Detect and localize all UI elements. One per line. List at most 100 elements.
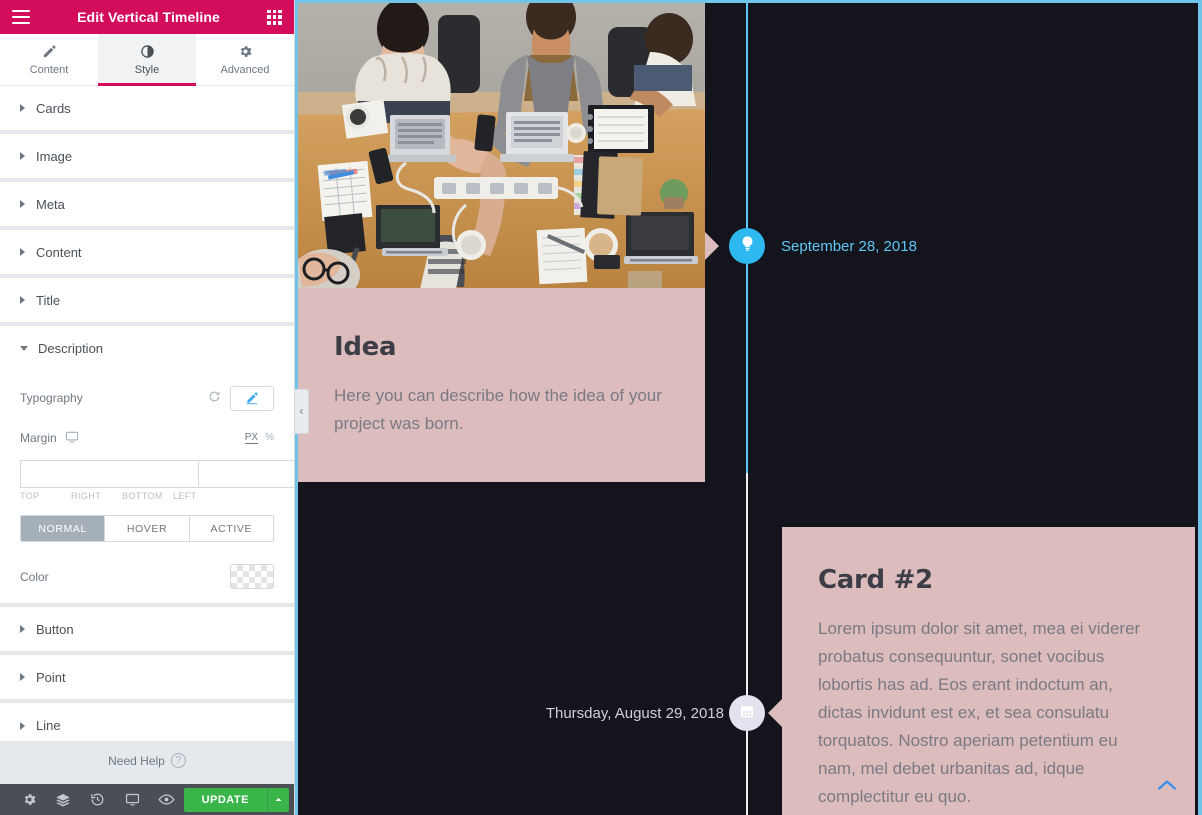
update-button[interactable]: UPDATE <box>183 787 267 812</box>
update-options-chevron-up-icon[interactable] <box>267 787 289 812</box>
pencil-icon <box>42 44 57 59</box>
color-swatch[interactable] <box>230 564 274 589</box>
card-title: Idea <box>334 332 397 362</box>
timeline-date: September 28, 2018 <box>781 238 917 255</box>
tab-content[interactable]: Content <box>0 34 98 85</box>
sidebar-item-image[interactable]: Image <box>0 134 294 179</box>
margin-left-label: LEFT <box>173 491 197 501</box>
state-tabs: NORMAL HOVER ACTIVE <box>20 515 274 542</box>
timeline-point-calendar[interactable] <box>729 695 765 731</box>
color-label: Color <box>20 569 49 584</box>
sidebar-item-line[interactable]: Line <box>0 703 294 741</box>
monitor-icon[interactable] <box>65 430 79 447</box>
timeline-line-lower <box>746 473 748 815</box>
timeline-point-lightbulb[interactable] <box>729 228 765 264</box>
editor-panel: Edit Vertical Timeline Content Style Adv… <box>0 0 295 815</box>
card-image <box>298 3 705 288</box>
tab-content-label: Content <box>29 63 69 76</box>
card-description: Here you can describe how the idea of yo… <box>334 386 662 434</box>
sidebar-item-title[interactable]: Title <box>0 278 294 323</box>
chevron-right-icon <box>20 248 25 256</box>
sidebar-item-button[interactable]: Button <box>0 607 294 652</box>
chevron-right-icon <box>20 673 25 681</box>
sidebar-item-description[interactable]: Description <box>0 326 294 371</box>
chevron-right-icon <box>20 296 25 304</box>
card-content: Idea Here you can describe how the idea … <box>298 288 705 482</box>
sidebar-item-meta[interactable]: Meta <box>0 182 294 227</box>
history-icon[interactable] <box>81 784 115 815</box>
typography-control: Typography <box>20 381 274 415</box>
unit-percent[interactable]: % <box>265 432 274 443</box>
elementor-editor: Edit Vertical Timeline Content Style Adv… <box>0 0 1202 815</box>
margin-control-header: Margin PX % <box>20 421 274 455</box>
sidebar-item-cards[interactable]: Cards <box>0 86 294 131</box>
responsive-mode-icon[interactable] <box>115 784 149 815</box>
style-sections: Cards Image Meta Content Title Descripti… <box>0 86 294 741</box>
section-label: Title <box>36 292 61 308</box>
state-tab-hover[interactable]: HOVER <box>105 516 190 541</box>
card-description: Lorem ipsum dolor sit amet, mea ei vider… <box>818 619 1141 807</box>
margin-bottom-label: BOTTOM <box>122 491 163 501</box>
question-circle-icon[interactable]: ? <box>170 753 186 768</box>
page-title: Edit Vertical Timeline <box>77 9 220 25</box>
timeline-card[interactable]: Card #2 Lorem ipsum dolor sit amet, mea … <box>768 527 1195 815</box>
contrast-icon <box>140 44 155 59</box>
chevron-right-icon <box>20 721 25 730</box>
card-arrow <box>705 232 719 260</box>
color-control: Color <box>20 564 274 589</box>
calendar-icon <box>739 703 755 724</box>
grid-icon[interactable] <box>267 9 282 25</box>
margin-label: Margin <box>20 431 57 445</box>
panel-collapse-handle[interactable] <box>295 389 309 434</box>
panel-tabs: Content Style Advanced <box>0 34 294 86</box>
gear-icon <box>238 44 253 59</box>
margin-inputs <box>20 460 294 488</box>
state-tab-normal[interactable]: NORMAL <box>21 516 106 541</box>
sidebar-item-content[interactable]: Content <box>0 230 294 275</box>
section-label: Description <box>38 341 104 356</box>
chevron-right-icon <box>20 104 25 112</box>
margin-top-label: TOP <box>20 491 40 501</box>
tab-advanced[interactable]: Advanced <box>196 34 294 85</box>
section-label: Cards <box>36 100 71 116</box>
section-label: Content <box>36 244 82 260</box>
chevron-right-icon <box>20 152 25 160</box>
tab-style-label: Style <box>134 63 160 76</box>
typography-edit-button[interactable] <box>230 385 274 411</box>
update-button-group: UPDATE <box>183 787 289 812</box>
preview-canvas: Idea Here you can describe how the idea … <box>295 0 1202 815</box>
margin-field-labels: TOP RIGHT BOTTOM LEFT <box>20 491 274 501</box>
chevron-right-icon <box>20 200 25 208</box>
timeline-card[interactable]: Idea Here you can describe how the idea … <box>298 3 719 483</box>
panel-header: Edit Vertical Timeline <box>0 0 294 34</box>
panel-footer-toolbar: UPDATE <box>0 784 294 815</box>
tab-style[interactable]: Style <box>98 34 196 86</box>
card-content: Card #2 Lorem ipsum dolor sit amet, mea … <box>782 527 1195 815</box>
section-label: Meta <box>36 196 65 212</box>
margin-right-input[interactable] <box>198 460 294 488</box>
settings-button[interactable] <box>12 784 46 815</box>
unit-switcher: PX % <box>244 432 274 444</box>
layers-icon[interactable] <box>46 784 80 815</box>
back-to-top-chevron-up-icon[interactable] <box>1156 778 1178 797</box>
hamburger-icon[interactable] <box>12 10 30 24</box>
description-settings: Typography Margin PX % TOP RIGHT BOTTOM … <box>0 371 294 604</box>
business-team-handshake-over-desk-photo <box>298 3 705 288</box>
need-help[interactable]: Need Help ? <box>0 741 294 784</box>
tab-advanced-label: Advanced <box>220 63 270 76</box>
timeline-date: Thursday, August 29, 2018 <box>545 705 724 722</box>
state-tab-active[interactable]: ACTIVE <box>189 516 273 541</box>
preview-eye-icon[interactable] <box>149 784 183 815</box>
section-label: Line <box>36 718 61 733</box>
reset-icon[interactable] <box>208 390 221 406</box>
card-title: Card #2 <box>818 565 933 595</box>
sidebar-item-point[interactable]: Point <box>0 655 294 700</box>
unit-px[interactable]: PX <box>244 432 259 444</box>
card-arrow <box>768 699 782 727</box>
margin-right-label: RIGHT <box>71 491 101 501</box>
chevron-right-icon <box>20 625 25 633</box>
margin-top-input[interactable] <box>20 460 198 488</box>
section-label: Point <box>36 669 66 685</box>
section-label: Image <box>36 148 73 164</box>
chevron-down-icon <box>20 346 28 351</box>
